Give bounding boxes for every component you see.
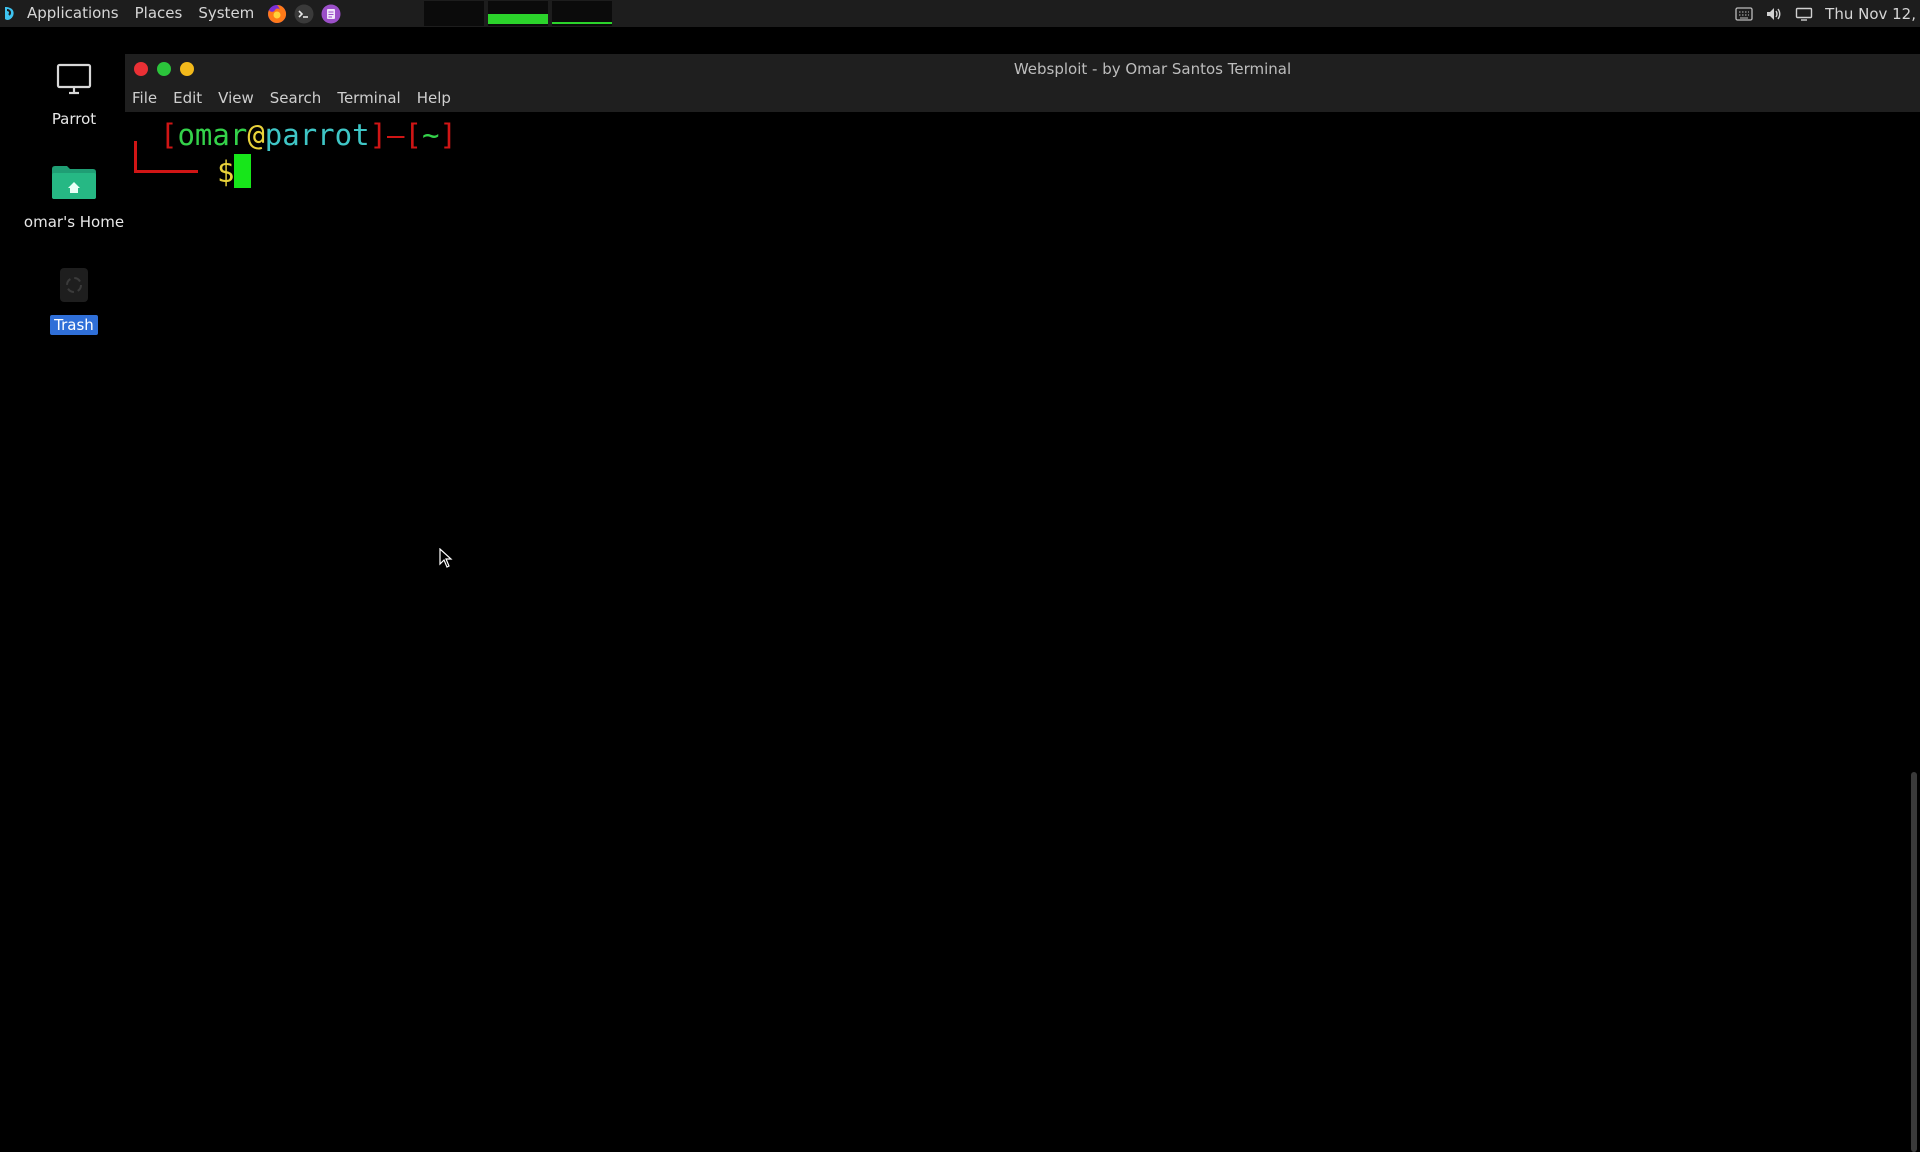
menu-search[interactable]: Search [262,89,330,107]
workspace-1[interactable] [424,1,484,26]
terminal-window[interactable]: Websploit - by Omar Santos Terminal File… [125,54,1920,1152]
parrot-logo-icon[interactable] [2,5,16,23]
menu-file[interactable]: File [125,89,165,107]
trash-icon [50,261,98,309]
prompt-close-bracket: ] [369,118,388,152]
desktop-icon-label: Trash [50,315,98,335]
window-title: Websploit - by Omar Santos Terminal [1013,60,1292,78]
prompt-cwd: ~ [421,118,440,152]
command-line[interactable]: $ [217,154,252,189]
text-cursor [234,154,252,188]
prompt-cwd-open: [ [404,118,422,152]
text-editor-icon[interactable] [320,3,342,25]
volume-icon[interactable] [1765,5,1783,23]
desktop-icon-trash[interactable]: Trash [14,261,134,335]
terminal-output[interactable]: [omar@parrot]—[~] $ [125,112,1920,1152]
computer-icon [50,55,98,103]
prompt-host: parrot [264,118,370,152]
desktop-icon-parrot[interactable]: Parrot [14,55,134,129]
prompt-symbol: $ [217,155,235,189]
keyboard-icon[interactable] [1735,5,1753,23]
workspace-3[interactable] [552,1,612,26]
display-icon[interactable] [1795,5,1813,23]
window-titlebar[interactable]: Websploit - by Omar Santos Terminal [125,54,1920,84]
prompt-dash: — [387,118,405,152]
prompt-user: omar [177,118,248,152]
workspace-2[interactable] [488,1,548,26]
desktop-icon-label: omar's Home [23,213,125,231]
menu-edit[interactable]: Edit [165,89,210,107]
system-menu[interactable]: System [190,0,262,27]
menu-help[interactable]: Help [409,89,459,107]
prompt-open-bracket: [ [160,118,178,152]
menu-terminal[interactable]: Terminal [329,89,408,107]
prompt-at: @ [247,118,265,152]
terminal-icon[interactable] [293,3,315,25]
home-folder-icon [50,158,98,206]
top-panel: Applications Places System Thu Nov 12, [0,0,1920,27]
applications-menu[interactable]: Applications [19,0,127,27]
mouse-pointer-icon [439,547,453,572]
firefox-icon[interactable] [266,3,288,25]
prompt-line: [omar@parrot]—[~] [134,118,457,152]
desktop-icon-label: Parrot [51,110,97,128]
scrollbar[interactable] [1911,772,1917,1152]
desktop-icon-home[interactable]: omar's Home [14,158,134,232]
terminal-menubar: File Edit View Search Terminal Help [125,84,1920,112]
system-tray: Thu Nov 12, [1735,0,1920,27]
places-menu[interactable]: Places [127,0,191,27]
menu-view[interactable]: View [210,89,262,107]
prompt-cwd-close: ] [439,118,457,152]
clock[interactable]: Thu Nov 12, [1825,5,1916,23]
